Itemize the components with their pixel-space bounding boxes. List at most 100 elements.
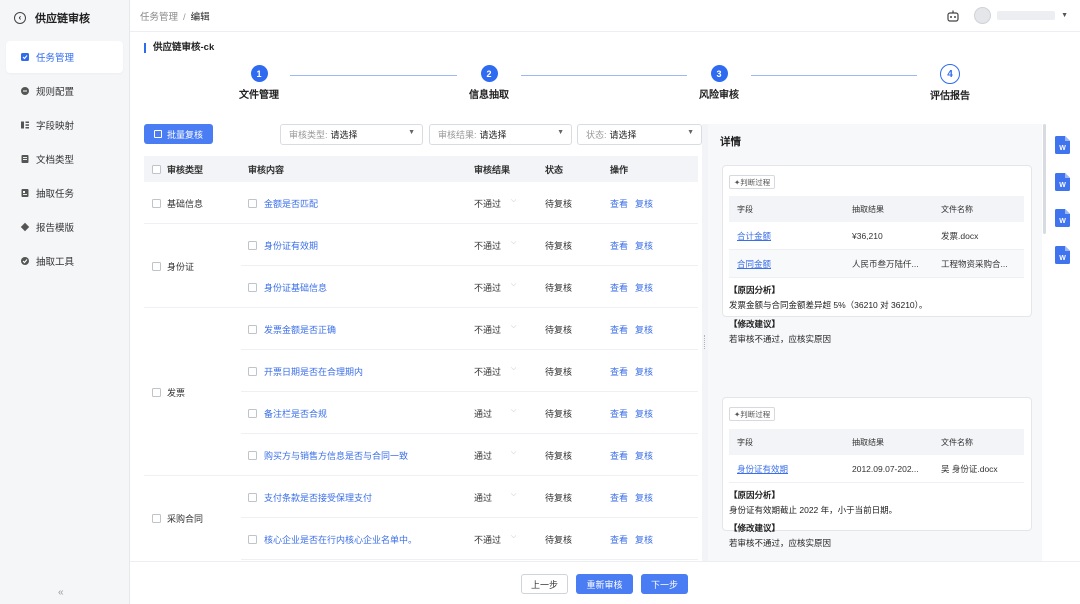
review-result-select[interactable]: 不通过 ⌵ xyxy=(474,533,516,546)
table-row: 购买方与销售方信息是否与合同一致 通过 ⌵ 待复核 查看 复核 xyxy=(144,434,698,476)
field-link[interactable]: 身份证有效期 xyxy=(737,463,788,475)
row-checkbox[interactable] xyxy=(248,366,257,376)
select-all-checkbox[interactable] xyxy=(152,164,161,174)
review-link[interactable]: 复核 xyxy=(635,241,653,251)
step-info-extraction[interactable]: 2 信息抽取 xyxy=(444,65,534,101)
review-result-select[interactable]: 通过 ⌵ xyxy=(474,449,516,462)
review-content-link[interactable]: 金额是否匹配 xyxy=(264,197,318,210)
judgment-process-tag[interactable]: ✦ 判断过程 xyxy=(729,407,776,421)
detail-scrollbar[interactable] xyxy=(1043,124,1046,234)
splitter-grip-icon[interactable] xyxy=(704,335,706,349)
row-checkbox[interactable] xyxy=(248,240,257,250)
review-content-link[interactable]: 支付条款是否接受保理支付 xyxy=(264,491,372,504)
view-link[interactable]: 查看 xyxy=(610,283,628,293)
review-content-link[interactable]: 身份证有效期 xyxy=(264,239,318,252)
next-step-button[interactable]: 下一步 xyxy=(641,574,688,594)
category-checkbox[interactable] xyxy=(152,199,161,208)
user-area: ▼ xyxy=(946,7,1068,24)
sidebar-item-extract-task[interactable]: 抽取任务 xyxy=(6,177,123,209)
table-row: 身份证有效期 2012.09.07-202... 吴 身份证.docx xyxy=(729,455,1024,483)
row-checkbox[interactable] xyxy=(248,492,257,502)
view-link[interactable]: 查看 xyxy=(610,493,628,503)
sidebar-item-report-template[interactable]: 报告模版 xyxy=(6,211,123,243)
review-result-select[interactable]: 不通过 ⌵ xyxy=(474,365,516,378)
row-checkbox[interactable] xyxy=(248,450,257,460)
review-result-select[interactable]: 不通过 ⌵ xyxy=(474,323,516,336)
category-checkbox[interactable] xyxy=(152,388,161,397)
review-content-link[interactable]: 购买方与销售方信息是否与合同一致 xyxy=(264,449,408,462)
review-result-select[interactable]: 通过 ⌵ xyxy=(474,407,516,420)
review-link[interactable]: 复核 xyxy=(635,283,653,293)
review-link[interactable]: 复核 xyxy=(635,199,653,209)
review-content-link[interactable]: 开票日期是否在合理期内 xyxy=(264,365,363,378)
review-result-select[interactable]: 通过 ⌵ xyxy=(474,491,516,504)
step-label: 评估报告 xyxy=(930,91,970,102)
step-number: 1 xyxy=(250,65,268,82)
row-checkbox[interactable] xyxy=(248,324,257,334)
word-file-icon[interactable]: W xyxy=(1055,209,1070,227)
row-checkbox[interactable] xyxy=(248,198,257,208)
robot-icon[interactable] xyxy=(946,10,960,22)
chevron-down-icon[interactable]: ▼ xyxy=(1061,12,1068,19)
view-link[interactable]: 查看 xyxy=(610,241,628,251)
view-link[interactable]: 查看 xyxy=(610,451,628,461)
sidebar-item-extract-tool[interactable]: 抽取工具 xyxy=(6,245,123,277)
status-text: 待复核 xyxy=(545,534,573,545)
table-row: 身份证有效期 不通过 ⌵ 待复核 查看 复核 xyxy=(144,224,698,266)
field-link[interactable]: 合同金额 xyxy=(737,258,771,270)
extraction-table: 字段 抽取结果 文件名称 身份证有效期 2012.09.07-202... 吴 … xyxy=(729,429,1024,483)
review-result-select[interactable]: 不通过 ⌵ xyxy=(474,197,516,210)
review-type-select[interactable]: 审核类型: 请选择 ▼ xyxy=(280,124,423,145)
review-content-link[interactable]: 发票金额是否正确 xyxy=(264,323,336,336)
step-file-management[interactable]: 1 文件管理 xyxy=(214,65,304,101)
review-result-select[interactable]: 不通过 ⌵ xyxy=(474,239,516,252)
review-link[interactable]: 复核 xyxy=(635,451,653,461)
recheck-button[interactable]: 重新审核 xyxy=(576,574,633,594)
review-link[interactable]: 复核 xyxy=(635,409,653,419)
row-checkbox[interactable] xyxy=(248,408,257,418)
prev-step-button[interactable]: 上一步 xyxy=(521,574,568,594)
sidebar-item-doc-type[interactable]: 文档类型 xyxy=(6,143,123,175)
table-row: 开票日期是否在合理期内 不通过 ⌵ 待复核 查看 复核 xyxy=(144,350,698,392)
review-link[interactable]: 复核 xyxy=(635,493,653,503)
status-select[interactable]: 状态: 请选择 ▼ xyxy=(577,124,702,145)
breadcrumb-parent[interactable]: 任务管理 xyxy=(140,12,178,23)
view-link[interactable]: 查看 xyxy=(610,535,628,545)
sidebar-item-field-map[interactable]: 字段映射 xyxy=(6,109,123,141)
category-label: 发票 xyxy=(167,388,186,398)
review-content-link[interactable]: 备注栏是否合规 xyxy=(264,407,327,420)
row-checkbox[interactable] xyxy=(248,282,257,292)
step-risk-review[interactable]: 3 风险审核 xyxy=(674,65,764,101)
view-link[interactable]: 查看 xyxy=(610,199,628,209)
review-link[interactable]: 复核 xyxy=(635,367,653,377)
view-link[interactable]: 查看 xyxy=(610,325,628,335)
review-link[interactable]: 复核 xyxy=(635,325,653,335)
row-checkbox[interactable] xyxy=(248,534,257,544)
view-link[interactable]: 查看 xyxy=(610,409,628,419)
back-icon[interactable]: ‹ xyxy=(14,12,26,24)
review-content-link[interactable]: 核心企业是否在行内核心企业名单中。 xyxy=(264,533,417,546)
judgment-process-tag[interactable]: ✦ 判断过程 xyxy=(729,175,776,189)
review-result-select[interactable]: 审核结果: 请选择 ▼ xyxy=(429,124,572,145)
review-content-link[interactable]: 身份证基础信息 xyxy=(264,281,327,294)
word-file-icon[interactable]: W xyxy=(1055,173,1070,191)
review-result-select[interactable]: 不通过 ⌵ xyxy=(474,281,516,294)
category-checkbox[interactable] xyxy=(152,514,161,523)
review-link[interactable]: 复核 xyxy=(635,535,653,545)
copy-icon xyxy=(154,130,162,138)
word-file-icon[interactable]: W xyxy=(1055,246,1070,264)
status-text: 待复核 xyxy=(545,366,573,377)
batch-review-button[interactable]: 批量复核 xyxy=(144,124,214,144)
step-assessment-report[interactable]: 4 评估报告 xyxy=(905,64,995,102)
field-link[interactable]: 合计金额 xyxy=(737,230,771,242)
sidebar-item-task[interactable]: 任务管理 xyxy=(6,41,123,73)
table-row: 合计金额 ¥36,210 发票.docx xyxy=(729,222,1024,250)
username-placeholder[interactable] xyxy=(997,11,1056,20)
view-link[interactable]: 查看 xyxy=(610,367,628,377)
collapse-icon[interactable]: « xyxy=(58,587,64,598)
reason-analysis: 【原因分析】 发票金额与合同金额差异超 5%（36210 对 36210）。 xyxy=(729,285,928,310)
category-checkbox[interactable] xyxy=(152,262,161,271)
word-file-icon[interactable]: W xyxy=(1055,136,1070,154)
sidebar-item-rule[interactable]: 规则配置 xyxy=(6,75,123,107)
avatar[interactable] xyxy=(974,7,992,24)
